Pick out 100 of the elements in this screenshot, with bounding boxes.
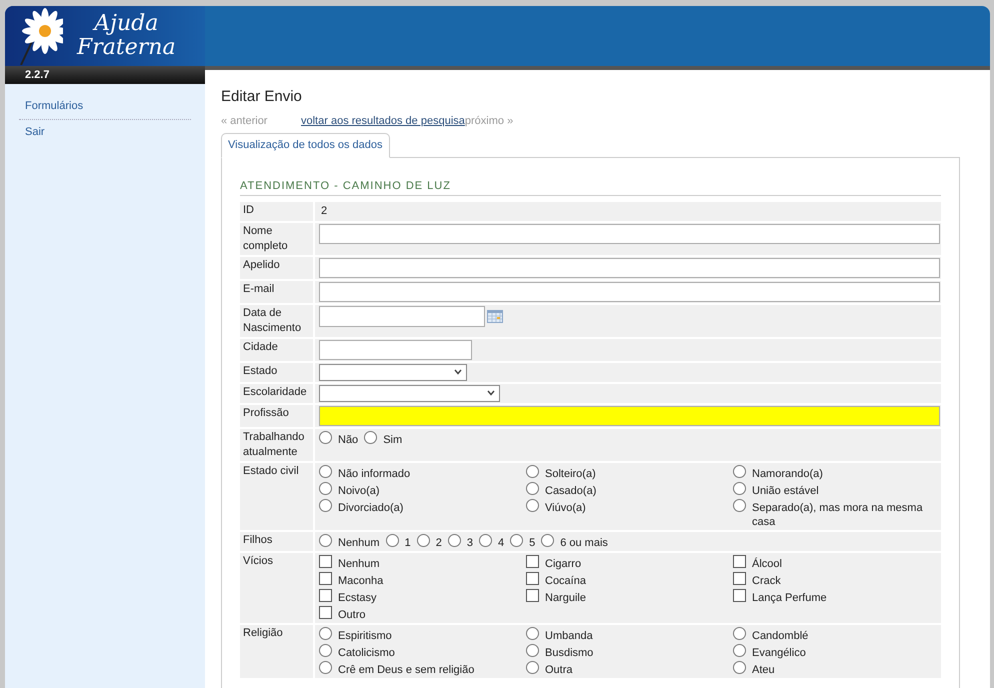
- dropdown[interactable]: [319, 384, 500, 402]
- option-label: Nenhum: [338, 536, 380, 550]
- checkbox[interactable]: [319, 572, 332, 584]
- field-label: Cidade: [240, 338, 313, 360]
- radio-button[interactable]: [386, 534, 399, 546]
- option-label: 1: [404, 536, 411, 550]
- checkbox[interactable]: [526, 554, 539, 568]
- option-label: Maconha: [338, 574, 384, 588]
- version-label: 2.2.7: [25, 68, 50, 83]
- input-field[interactable]: [319, 406, 940, 426]
- input-field[interactable]: [319, 282, 940, 302]
- radio-button[interactable]: [319, 464, 332, 478]
- radio-button[interactable]: [416, 534, 430, 546]
- field-label: Vícios: [240, 552, 313, 622]
- radio-button[interactable]: [733, 660, 746, 674]
- option-label: Lança Perfume: [752, 590, 827, 604]
- radio-button[interactable]: [319, 498, 332, 512]
- radio-button[interactable]: [733, 498, 746, 512]
- radio-button[interactable]: [319, 626, 332, 640]
- option-label: Umbanda: [545, 628, 593, 642]
- option-label: Candomblé: [752, 628, 808, 642]
- field-label: ID: [240, 202, 313, 220]
- radio-button[interactable]: [478, 534, 492, 546]
- option-label: Crê em Deus e sem religião: [338, 662, 474, 676]
- radio-button[interactable]: [510, 534, 524, 546]
- input-field[interactable]: [319, 258, 940, 278]
- field-label: Filhos: [240, 532, 313, 550]
- radio-button[interactable]: [526, 498, 539, 512]
- option-label: Noivo(a): [338, 484, 380, 498]
- option-label: Espiritismo: [338, 628, 392, 642]
- option-label: Outra: [545, 662, 573, 676]
- option-label: 2: [436, 536, 442, 550]
- field-label: Trabalhando atualmente: [240, 428, 313, 460]
- app-title: Fraterna: [77, 36, 176, 60]
- field-label: E-mail: [240, 280, 313, 302]
- radio-button[interactable]: [526, 644, 539, 656]
- option-label: Namorando(a): [752, 466, 823, 480]
- option-label: Viúvo(a): [545, 500, 586, 514]
- back-to-results-link[interactable]: voltar aos resultados de pesquisa: [301, 112, 465, 129]
- radio-button[interactable]: [733, 626, 746, 640]
- option-label: Separado(a), mas mora na mesma casa: [752, 500, 924, 528]
- date-input-field[interactable]: [319, 306, 485, 326]
- option-label: 4: [498, 536, 504, 550]
- option-label: Ecstasy: [338, 590, 377, 604]
- option-label: Nenhum: [338, 556, 380, 570]
- radio-button[interactable]: [319, 534, 332, 546]
- option-label: Casado(a): [545, 484, 596, 498]
- option-label: Álcool: [752, 556, 782, 570]
- page-title: Editar Envio: [221, 87, 303, 107]
- checkbox[interactable]: [526, 572, 539, 584]
- option-label: União estável: [752, 484, 819, 498]
- calendar-icon[interactable]: [487, 310, 503, 322]
- field-label: Data de Nascimento: [240, 304, 313, 336]
- radio-button[interactable]: [526, 464, 539, 478]
- checkbox[interactable]: [319, 606, 332, 618]
- option-label: Sim: [383, 432, 402, 446]
- checkbox[interactable]: [319, 554, 332, 568]
- option-label: Crack: [752, 574, 781, 588]
- field-label: Escolaridade: [240, 384, 313, 402]
- option-label: Divorciado(a): [338, 500, 404, 514]
- dropdown[interactable]: [319, 364, 467, 380]
- tab[interactable]: Visualização de todos os dados: [221, 133, 390, 158]
- radio-button[interactable]: [319, 482, 332, 494]
- radio-button[interactable]: [526, 660, 539, 674]
- option-label: Busdismo: [545, 646, 594, 660]
- field-label: Profissão: [240, 404, 313, 426]
- option-label: Cocaína: [545, 574, 586, 588]
- radio-button[interactable]: [526, 482, 539, 494]
- checkbox[interactable]: [319, 588, 332, 602]
- option-label: 6 ou mais: [560, 536, 608, 550]
- field-label: Apelido: [240, 256, 313, 278]
- option-label: Narguile: [545, 590, 586, 604]
- input-field[interactable]: [319, 340, 472, 360]
- radio-button[interactable]: [526, 626, 539, 640]
- radio-button[interactable]: [733, 464, 746, 478]
- sidebar-link[interactable]: Formulários: [25, 100, 84, 112]
- radio-button[interactable]: [733, 482, 746, 494]
- input-field[interactable]: [319, 224, 940, 244]
- radio-button[interactable]: [319, 660, 332, 674]
- radio-button[interactable]: [733, 644, 746, 656]
- radio-button[interactable]: [319, 644, 332, 656]
- option-label: Solteiro(a): [545, 466, 596, 480]
- radio-button[interactable]: [448, 534, 461, 546]
- checkbox[interactable]: [733, 554, 746, 568]
- option-label: Outro: [338, 608, 366, 622]
- checkbox[interactable]: [526, 588, 539, 602]
- option-label: Não informado: [338, 466, 410, 480]
- option-label: Ateu: [752, 662, 775, 676]
- field-value: 2: [320, 205, 328, 217]
- checkbox[interactable]: [733, 588, 746, 602]
- chevron-down-icon: [487, 390, 495, 396]
- sidebar-link[interactable]: Sair: [25, 126, 45, 138]
- radio-button[interactable]: [541, 534, 554, 546]
- option-label: Cigarro: [545, 556, 582, 570]
- field-label: Religião: [240, 624, 313, 678]
- radio-button[interactable]: [319, 430, 332, 444]
- chevron-down-icon: [454, 369, 462, 375]
- option-label: Catolicismo: [338, 646, 395, 660]
- radio-button[interactable]: [364, 430, 378, 444]
- checkbox[interactable]: [733, 572, 746, 584]
